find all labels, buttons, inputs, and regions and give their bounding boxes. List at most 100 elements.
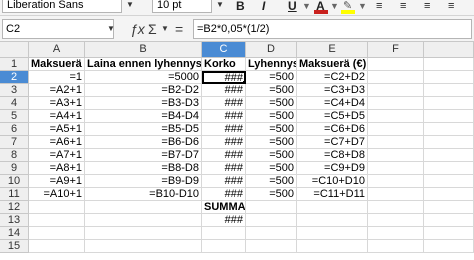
align-center-icon[interactable]: ≡ — [400, 0, 406, 14]
cell-g14[interactable] — [424, 227, 474, 240]
cell-f14[interactable] — [368, 227, 424, 240]
name-box[interactable]: C2 ▼ — [2, 19, 115, 39]
cell-f4[interactable] — [368, 97, 424, 110]
row-header-3[interactable]: 3 — [0, 84, 29, 97]
cell-e6[interactable]: =C6+D6 — [297, 123, 368, 136]
column-header-e[interactable]: E — [297, 42, 368, 58]
row-header-6[interactable]: 6 — [0, 123, 29, 136]
cell-g4[interactable] — [424, 97, 474, 110]
cell-a9[interactable]: =A8+1 — [29, 162, 85, 175]
cell-d13[interactable] — [246, 214, 297, 227]
row-header-12[interactable]: 12 — [0, 201, 29, 214]
cell-b2[interactable]: =5000 — [85, 71, 202, 84]
row-header-11[interactable]: 11 — [0, 188, 29, 201]
formula-input[interactable]: =B2*0,05*(1/2) — [193, 19, 472, 39]
sum-dropdown-icon[interactable]: ▼ — [161, 18, 169, 40]
cell-f5[interactable] — [368, 110, 424, 123]
cell-b4[interactable]: =B3-D3 — [85, 97, 202, 110]
cell-c5[interactable]: ### — [202, 110, 246, 123]
cell-g1[interactable] — [424, 58, 474, 71]
cell-d5[interactable]: =500 — [246, 110, 297, 123]
name-box-dropdown-icon[interactable]: ▼ — [107, 20, 115, 38]
cell-f15[interactable] — [368, 240, 424, 253]
row-header-1[interactable]: 1 — [0, 58, 29, 71]
cell-a3[interactable]: =A2+1 — [29, 84, 85, 97]
cell-b6[interactable]: =B5-D5 — [85, 123, 202, 136]
cell-d8[interactable]: =500 — [246, 149, 297, 162]
cell-a6[interactable]: =A5+1 — [29, 123, 85, 136]
cell-g10[interactable] — [424, 175, 474, 188]
cell-e9[interactable]: =C9+D9 — [297, 162, 368, 175]
cell-g7[interactable] — [424, 136, 474, 149]
cell-c8[interactable]: ### — [202, 149, 246, 162]
row-header-13[interactable]: 13 — [0, 214, 29, 227]
cell-b8[interactable]: =B7-D7 — [85, 149, 202, 162]
cell-c3[interactable]: ### — [202, 84, 246, 97]
cell-d2[interactable]: =500 — [246, 71, 297, 84]
cell-c10[interactable]: ### — [202, 175, 246, 188]
cell-d3[interactable]: =500 — [246, 84, 297, 97]
cell-b11[interactable]: =B10-D10 — [85, 188, 202, 201]
cell-d15[interactable] — [246, 240, 297, 253]
underline-button[interactable]: U — [288, 0, 297, 14]
cell-d12[interactable] — [246, 201, 297, 214]
cell-b13[interactable] — [85, 214, 202, 227]
cell-e14[interactable] — [297, 227, 368, 240]
cell-a8[interactable]: =A7+1 — [29, 149, 85, 162]
cell-e3[interactable]: =C3+D3 — [297, 84, 368, 97]
cell-f6[interactable] — [368, 123, 424, 136]
function-wizard-icon[interactable]: ƒx — [130, 18, 145, 40]
column-header-c[interactable]: C — [202, 42, 246, 58]
row-header-7[interactable]: 7 — [0, 136, 29, 149]
cell-c13[interactable]: ### — [202, 214, 246, 227]
cell-e12[interactable] — [297, 201, 368, 214]
align-right-icon[interactable]: ≡ — [424, 0, 430, 14]
cell-g3[interactable] — [424, 84, 474, 97]
cell-a15[interactable] — [29, 240, 85, 253]
cell-f8[interactable] — [368, 149, 424, 162]
highlight-dropdown-icon[interactable]: ▼ — [358, 0, 367, 14]
cell-c11[interactable]: ### — [202, 188, 246, 201]
cell-g11[interactable] — [424, 188, 474, 201]
cell-c2[interactable]: ### — [202, 71, 246, 84]
sum-icon[interactable]: Σ — [148, 18, 157, 40]
row-header-2[interactable]: 2 — [0, 71, 29, 84]
cell-e1[interactable]: Maksuerä (€) — [297, 58, 368, 71]
row-header-15[interactable]: 15 — [0, 240, 29, 253]
select-all-corner[interactable] — [0, 42, 29, 58]
cell-b10[interactable]: =B9-D9 — [85, 175, 202, 188]
column-header-b[interactable]: B — [85, 42, 202, 58]
cell-a10[interactable]: =A9+1 — [29, 175, 85, 188]
cell-a1[interactable]: Maksuerä — [29, 58, 85, 71]
cell-b5[interactable]: =B4-D4 — [85, 110, 202, 123]
cell-f10[interactable] — [368, 175, 424, 188]
cell-e10[interactable]: =C10+D10 — [297, 175, 368, 188]
cell-e7[interactable]: =C7+D7 — [297, 136, 368, 149]
cell-b9[interactable]: =B8-D8 — [85, 162, 202, 175]
cell-f3[interactable] — [368, 84, 424, 97]
cell-e5[interactable]: =C5+D5 — [297, 110, 368, 123]
cell-g6[interactable] — [424, 123, 474, 136]
italic-button[interactable]: I — [262, 0, 265, 14]
cell-e2[interactable]: =C2+D2 — [297, 71, 368, 84]
cell-e15[interactable] — [297, 240, 368, 253]
cell-g12[interactable] — [424, 201, 474, 214]
cell-b12[interactable] — [85, 201, 202, 214]
row-header-10[interactable]: 10 — [0, 175, 29, 188]
column-header-a[interactable]: A — [29, 42, 85, 58]
cell-d10[interactable]: =500 — [246, 175, 297, 188]
row-header-8[interactable]: 8 — [0, 149, 29, 162]
row-header-5[interactable]: 5 — [0, 110, 29, 123]
cell-a14[interactable] — [29, 227, 85, 240]
cell-g15[interactable] — [424, 240, 474, 253]
font-name-dropdown-icon[interactable]: ▼ — [126, 0, 134, 9]
bold-button[interactable]: B — [236, 0, 245, 14]
cell-b7[interactable]: =B6-D6 — [85, 136, 202, 149]
cell-f2[interactable] — [368, 71, 424, 84]
cell-c4[interactable]: ### — [202, 97, 246, 110]
cell-e11[interactable]: =C11+D11 — [297, 188, 368, 201]
cell-f13[interactable] — [368, 214, 424, 227]
column-header-d[interactable]: D — [246, 42, 297, 58]
cell-g5[interactable] — [424, 110, 474, 123]
cell-d11[interactable]: =500 — [246, 188, 297, 201]
